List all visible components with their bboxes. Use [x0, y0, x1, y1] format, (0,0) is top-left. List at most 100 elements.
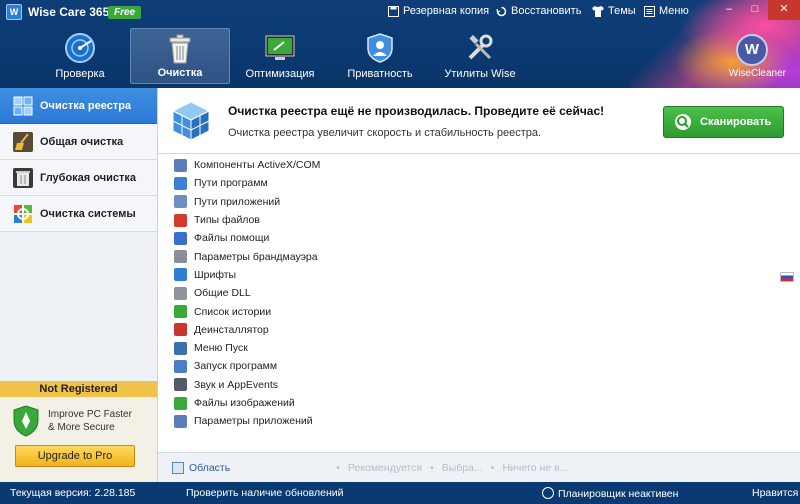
- list-item[interactable]: Шрифты: [174, 266, 594, 284]
- backup-menu[interactable]: Резервная копия: [388, 5, 489, 17]
- restore-icon: [496, 6, 507, 16]
- list-item[interactable]: Файлы изображений: [174, 394, 594, 412]
- free-badge: Free: [108, 6, 142, 19]
- list-item[interactable]: Пути программ: [174, 174, 594, 192]
- list-item-label: Список истории: [194, 305, 272, 318]
- registration-panel: Not Registered Improve PC Faster & More …: [0, 381, 157, 482]
- scheduler-status[interactable]: Планировщик неактивен: [542, 487, 678, 500]
- sidebar-item-deep-clean[interactable]: Глубокая очистка: [0, 160, 157, 196]
- nav-optimize[interactable]: Оптимизация: [230, 28, 330, 84]
- like-link[interactable]: Нравится: [752, 487, 798, 499]
- list-item[interactable]: Параметры брандмауэра: [174, 247, 594, 265]
- registry-item-icon: [174, 213, 187, 227]
- trash-icon: [169, 34, 191, 64]
- nav-optimize-label: Оптимизация: [245, 68, 315, 80]
- themes-menu[interactable]: Темы: [592, 5, 636, 17]
- list-item[interactable]: Компоненты ActiveX/COM: [174, 156, 594, 174]
- separator-dot: •: [336, 461, 340, 474]
- nav-clean[interactable]: Очистка: [130, 28, 230, 84]
- disk-icon: [388, 5, 399, 17]
- tshirt-icon: [592, 5, 604, 17]
- list-item[interactable]: Звук и AppEvents: [174, 376, 594, 394]
- check-updates-link[interactable]: Проверить наличие обновлений: [186, 487, 343, 499]
- registry-item-icon: [174, 231, 187, 245]
- status-bar: Текущая версия: 2.28.185 Проверить налич…: [0, 482, 800, 504]
- sidebar-item-label: Очистка реестра: [40, 99, 132, 112]
- list-item[interactable]: Параметры приложений: [174, 412, 594, 430]
- registry-banner: Очистка реестра ещё не производилась. Пр…: [158, 88, 800, 154]
- language-flag-icon[interactable]: [780, 272, 794, 282]
- close-button[interactable]: ✕: [768, 0, 800, 20]
- list-item-label: Деинсталлятор: [194, 323, 269, 336]
- maximize-button[interactable]: □: [742, 0, 768, 20]
- reg-text-line1: Improve PC Faster: [48, 409, 132, 420]
- menu-icon: [644, 5, 655, 17]
- list-item[interactable]: Запуск программ: [174, 357, 594, 375]
- recommended-link[interactable]: Рекомендуется: [348, 462, 422, 474]
- sidebar: Очистка реестра Общая очистка Глубокая о…: [0, 88, 158, 482]
- scheduler-label: Планировщик неактивен: [558, 488, 679, 500]
- list-item-label: Файлы изображений: [194, 397, 295, 409]
- sidebar-item-common-clean[interactable]: Общая очистка: [0, 124, 157, 160]
- list-item-label: Параметры приложений: [194, 415, 313, 428]
- list-item[interactable]: Общие DLL: [174, 284, 594, 302]
- list-item[interactable]: Деинсталлятор: [174, 321, 594, 339]
- list-item[interactable]: Файлы помощи: [174, 229, 594, 247]
- list-item[interactable]: Меню Пуск: [174, 339, 594, 357]
- registry-item-icon: [174, 305, 187, 319]
- broom-icon: [13, 131, 33, 152]
- area-link[interactable]: Область: [172, 461, 231, 474]
- registry-item-icon: [174, 414, 187, 428]
- wisecleaner-label: WiseCleaner: [728, 68, 786, 79]
- nothing-link[interactable]: Ничего не в...: [502, 462, 568, 474]
- main-menu[interactable]: Меню: [644, 5, 689, 17]
- registry-cube-icon: [171, 101, 211, 141]
- scan-magnifier-icon: [675, 114, 691, 130]
- nav-privacy[interactable]: Приватность: [330, 28, 430, 84]
- registry-item-icon: [174, 341, 187, 355]
- registry-item-icon: [174, 359, 187, 373]
- registry-item-icon: [174, 323, 187, 337]
- title-header: W Wise Care 365 Free Резервная копия Вос…: [0, 0, 800, 88]
- registry-item-icon: [174, 195, 187, 209]
- wisecleaner-logo-icon[interactable]: W: [736, 34, 768, 66]
- app-title: Wise Care 365: [28, 5, 110, 19]
- scan-button[interactable]: Сканировать: [663, 106, 784, 138]
- list-item-label: Запуск программ: [194, 360, 278, 373]
- selected-link[interactable]: Выбра...: [442, 462, 483, 474]
- nav-tools[interactable]: Утилиты Wise: [430, 28, 530, 84]
- restore-menu[interactable]: Восстановить: [496, 5, 581, 17]
- backup-label: Резервная копия: [403, 5, 490, 17]
- upgrade-to-pro-button[interactable]: Upgrade to Pro: [15, 445, 135, 467]
- list-item[interactable]: Типы файлов: [174, 211, 594, 229]
- sidebar-item-system-clean[interactable]: Очистка системы: [0, 196, 157, 232]
- separator-dot: •: [430, 461, 434, 474]
- registry-cubes-icon: [13, 96, 33, 115]
- minimize-button[interactable]: –: [716, 0, 742, 20]
- menu-label: Меню: [659, 5, 689, 17]
- version-label: Текущая версия: 2.28.185: [10, 487, 136, 499]
- area-label: Область: [189, 461, 231, 474]
- registry-item-icon: [174, 396, 187, 410]
- sidebar-item-label: Очистка системы: [40, 207, 136, 220]
- separator-dot: •: [490, 461, 495, 474]
- list-item-label: Шрифты: [194, 268, 237, 281]
- area-icon: [172, 461, 184, 474]
- list-item-label: Файлы помощи: [194, 232, 270, 245]
- list-item-label: Типы файлов: [194, 214, 260, 227]
- registry-items-list: Компоненты ActiveX/COM Пути программ Пути …: [174, 156, 594, 430]
- sidebar-item-label: Общая очистка: [40, 135, 124, 148]
- list-item-label: Меню Пуск: [194, 342, 248, 355]
- scan-label: Сканировать: [700, 116, 772, 128]
- list-item-label: Параметры брандмауэра: [194, 250, 318, 263]
- registry-item-icon: [174, 158, 187, 172]
- monitor-broom-icon: [265, 35, 295, 60]
- nav-check[interactable]: Проверка: [30, 28, 130, 84]
- nav-clean-label: Очистка: [157, 67, 203, 79]
- app-logo-icon: W: [6, 4, 22, 20]
- list-item[interactable]: Пути приложений: [174, 193, 594, 211]
- alarm-clock-icon: [542, 487, 554, 499]
- nav-tools-label: Утилиты Wise: [444, 68, 516, 80]
- sidebar-item-registry-clean[interactable]: Очистка реестра: [0, 88, 157, 124]
- list-item[interactable]: Список истории: [174, 302, 594, 320]
